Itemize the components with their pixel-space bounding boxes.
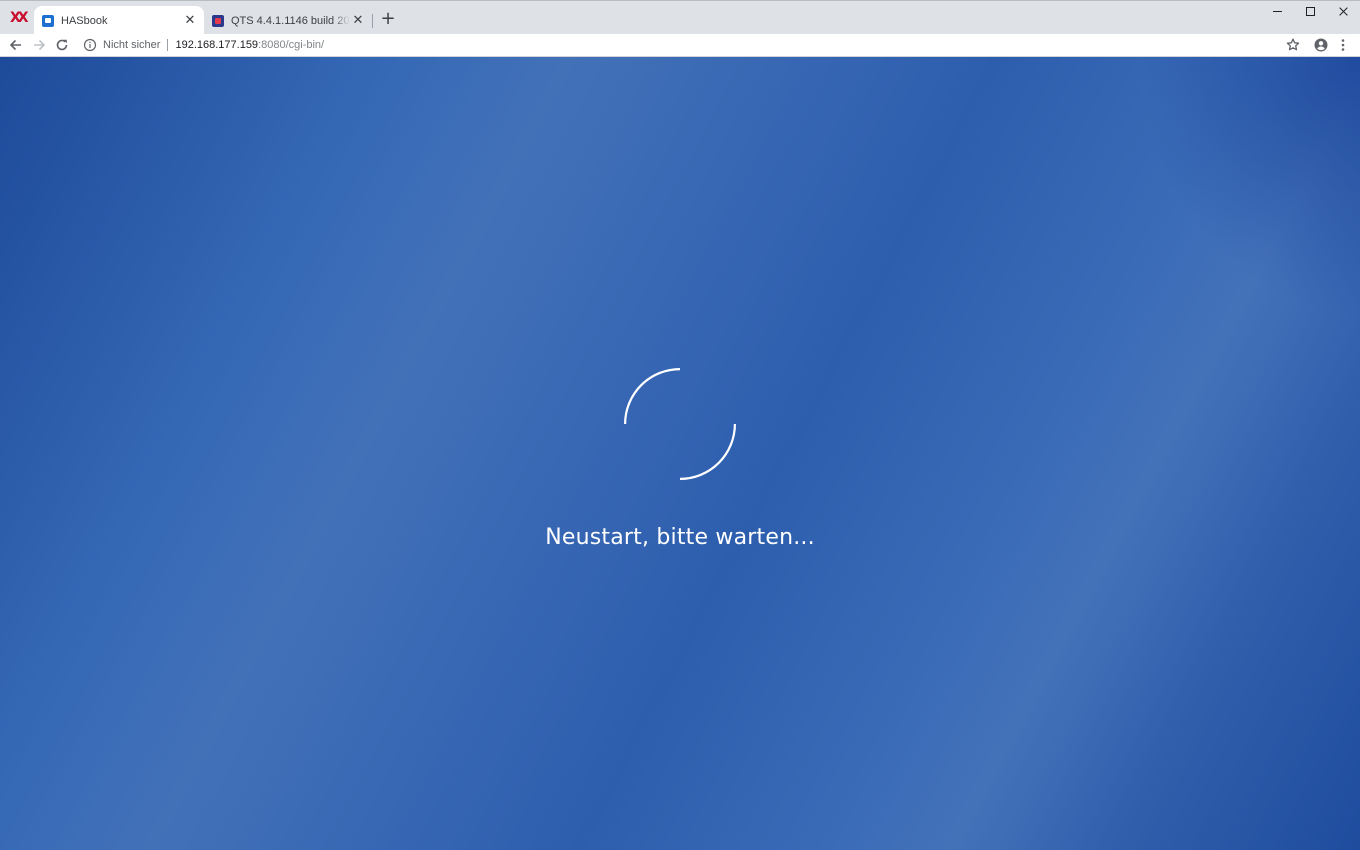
qts-favicon-icon [212,14,224,27]
account-circle-icon [1314,38,1328,52]
tab-title: HASbook [61,14,108,27]
bookmark-star-icon[interactable] [1284,36,1302,54]
reload-icon [56,39,68,51]
url-path[interactable]: :8080/cgi-bin/ [258,39,324,51]
tab-qts[interactable]: QTS 4.4.1.1146 build 20191206 | ✕ [204,6,373,35]
arrow-right-icon [34,39,46,51]
browser-menu-button[interactable] [1336,36,1350,54]
maximize-button[interactable] [1294,1,1327,23]
new-tab-button[interactable]: + [379,10,397,28]
browser-logo-icon[interactable]: XX [10,9,30,27]
address-bar[interactable]: Nicht sicher 192.168.177.159:8080/cgi-bi… [79,35,1304,55]
forward-button[interactable] [30,36,48,54]
tab-close-icon[interactable]: ✕ [350,13,366,29]
info-icon[interactable] [83,38,97,52]
tab-title: QTS 4.4.1.1146 build 20191206 | [231,14,350,27]
tab-hasbook[interactable]: HASbook ✕ [34,6,204,35]
close-window-button[interactable] [1327,1,1360,23]
arrow-left-icon [9,39,21,51]
reload-button[interactable] [53,36,71,54]
tab-strip: XX HASbook ✕ QTS 4.4.1.1146 build 201912… [0,0,1360,35]
omnibox-divider [167,39,169,51]
security-label[interactable]: Nicht sicher [103,39,160,51]
minimize-button[interactable] [1261,1,1294,23]
window-controls [1261,1,1360,23]
tab-close-icon[interactable]: ✕ [182,13,198,29]
profile-avatar-icon[interactable] [1312,36,1330,54]
page-viewport: Neustart, bitte warten... [0,57,1360,850]
loading-spinner-icon [624,368,736,480]
back-button[interactable] [7,36,25,54]
browser-toolbar: Nicht sicher 192.168.177.159:8080/cgi-bi… [0,34,1360,57]
url-host[interactable]: 192.168.177.159 [175,39,258,51]
qnap-favicon-icon [42,14,54,27]
kebab-menu-icon [1341,39,1345,51]
restart-status-message: Neustart, bitte warten... [545,525,815,550]
star-icon [1286,38,1300,51]
